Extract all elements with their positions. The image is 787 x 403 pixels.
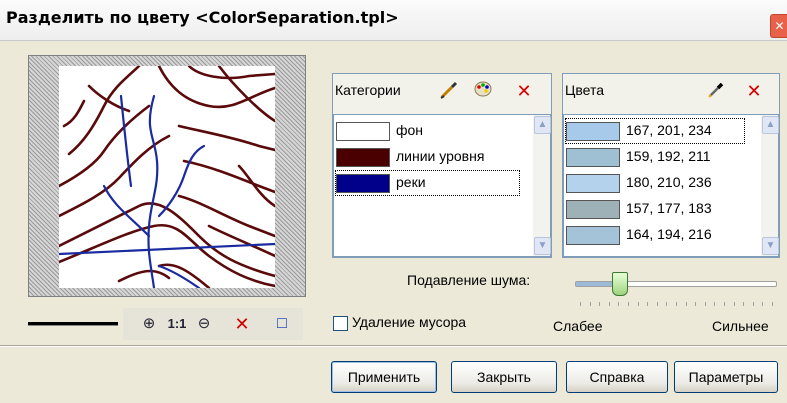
slider-tick: [580, 302, 581, 306]
categories-list[interactable]: фон линии уровня реки ▲ ▼: [333, 114, 551, 257]
scale-indicator: [28, 322, 118, 326]
close-button[interactable]: Закрыть: [451, 361, 557, 393]
image-preview[interactable]: [28, 55, 306, 297]
color-rgb: 157, 177, 183: [626, 200, 712, 216]
slider-tick: [647, 302, 648, 306]
categories-panel: Категории ✕ фон линии уровня реки ▲ ▼: [332, 73, 552, 258]
category-label: линии уровня: [396, 148, 485, 164]
slider-tick: [714, 302, 715, 306]
map-preview-image: [59, 66, 275, 288]
slider-tick: [686, 302, 687, 306]
zoom-in-icon[interactable]: ⊕: [138, 314, 160, 334]
parameters-button[interactable]: Параметры: [674, 361, 778, 393]
scroll-down-arrow-icon[interactable]: ▼: [534, 237, 551, 255]
delete-color-icon[interactable]: ✕: [743, 80, 765, 102]
slider-tick: [695, 302, 696, 306]
color-swatch: [566, 226, 620, 245]
color-item[interactable]: 159, 192, 211: [566, 145, 744, 169]
colors-header: Цвета ✕: [563, 74, 779, 106]
color-swatch: [566, 174, 620, 193]
fit-window-icon[interactable]: □: [271, 314, 293, 334]
clear-icon[interactable]: ✕: [231, 314, 253, 334]
slider-tick: [676, 302, 677, 306]
color-swatch: [566, 122, 620, 141]
colors-title: Цвета: [565, 82, 604, 98]
colors-scrollbar[interactable]: ▲ ▼: [761, 115, 779, 256]
actual-size-button[interactable]: 1:1: [163, 314, 191, 334]
categories-scrollbar[interactable]: ▲ ▼: [533, 115, 551, 256]
slider-tick: [753, 302, 754, 306]
apply-button[interactable]: Применить: [331, 361, 437, 393]
slider-tick: [628, 302, 629, 306]
slider-tick: [734, 302, 735, 306]
color-item[interactable]: 164, 194, 216: [566, 223, 744, 247]
category-item[interactable]: линии уровня: [336, 145, 526, 169]
slider-tick: [743, 302, 744, 306]
zoom-tools-group: ⊕ 1:1 ⊖ ✕ □: [123, 308, 303, 340]
help-button[interactable]: Справка: [566, 361, 668, 393]
trash-removal-label[interactable]: Удаление мусора: [352, 314, 466, 330]
eyedropper-pencil-icon[interactable]: [438, 80, 460, 102]
slider-tick: [657, 302, 658, 306]
categories-title: Категории: [335, 82, 401, 98]
noise-suppression-label: Подавление шума:: [407, 272, 531, 288]
color-swatch: [566, 200, 620, 219]
slider-tick: [666, 302, 667, 306]
color-rgb: 167, 201, 234: [626, 122, 712, 138]
slider-tick: [609, 302, 610, 306]
slider-tick: [599, 302, 600, 306]
slider-tick: [724, 302, 725, 306]
category-label: фон: [396, 122, 424, 138]
slider-tick: [705, 302, 706, 306]
palette-icon[interactable]: [472, 80, 494, 102]
eyedropper-icon[interactable]: [705, 80, 727, 102]
trash-removal-checkbox[interactable]: [333, 316, 348, 331]
slider-tick: [618, 302, 619, 306]
color-separation-dialog: Разделить по цвету <ColorSeparation.tpl>…: [0, 0, 787, 403]
zoom-out-icon[interactable]: ⊖: [193, 314, 215, 334]
color-item[interactable]: 180, 210, 236: [566, 171, 744, 195]
noise-slider-thumb[interactable]: [612, 272, 628, 296]
delete-category-icon[interactable]: ✕: [513, 80, 535, 102]
scroll-down-arrow-icon[interactable]: ▼: [762, 237, 779, 255]
zoom-toolbar: ⊕ 1:1 ⊖ ✕ □: [28, 305, 306, 341]
categories-header: Категории ✕: [333, 74, 551, 106]
category-item-selected[interactable]: реки: [335, 170, 520, 196]
noise-slider-track[interactable]: [575, 281, 777, 287]
slider-tick: [590, 302, 591, 306]
category-swatch: [336, 174, 390, 193]
color-item-selected[interactable]: 167, 201, 234: [565, 118, 745, 144]
color-rgb: 180, 210, 236: [626, 174, 712, 190]
slider-tick: [638, 302, 639, 306]
separator: [0, 345, 787, 347]
category-label: реки: [396, 174, 426, 190]
window-title: Разделить по цвету <ColorSeparation.tpl>: [6, 8, 399, 27]
slider-tick: [772, 302, 773, 306]
slider-tick: [762, 302, 763, 306]
category-item[interactable]: фон: [336, 119, 526, 143]
scroll-up-arrow-icon[interactable]: ▲: [762, 116, 779, 134]
category-swatch: [336, 148, 390, 167]
noise-weaker-label: Слабее: [553, 318, 603, 334]
color-rgb: 164, 194, 216: [626, 226, 712, 242]
noise-stronger-label: Сильнее: [712, 318, 769, 334]
close-window-button[interactable]: ✕: [770, 14, 787, 38]
color-swatch: [566, 148, 620, 167]
scroll-up-arrow-icon[interactable]: ▲: [534, 116, 551, 134]
colors-panel: Цвета ✕ 167, 201, 234 159, 192, 211 180,…: [562, 73, 780, 258]
category-swatch: [336, 122, 390, 141]
title-bar: Разделить по цвету <ColorSeparation.tpl>…: [0, 0, 787, 41]
colors-list[interactable]: 167, 201, 234 159, 192, 211 180, 210, 23…: [563, 114, 779, 257]
noise-slider-ticks: [580, 302, 773, 308]
color-item[interactable]: 157, 177, 183: [566, 197, 744, 221]
color-rgb: 159, 192, 211: [626, 148, 711, 164]
